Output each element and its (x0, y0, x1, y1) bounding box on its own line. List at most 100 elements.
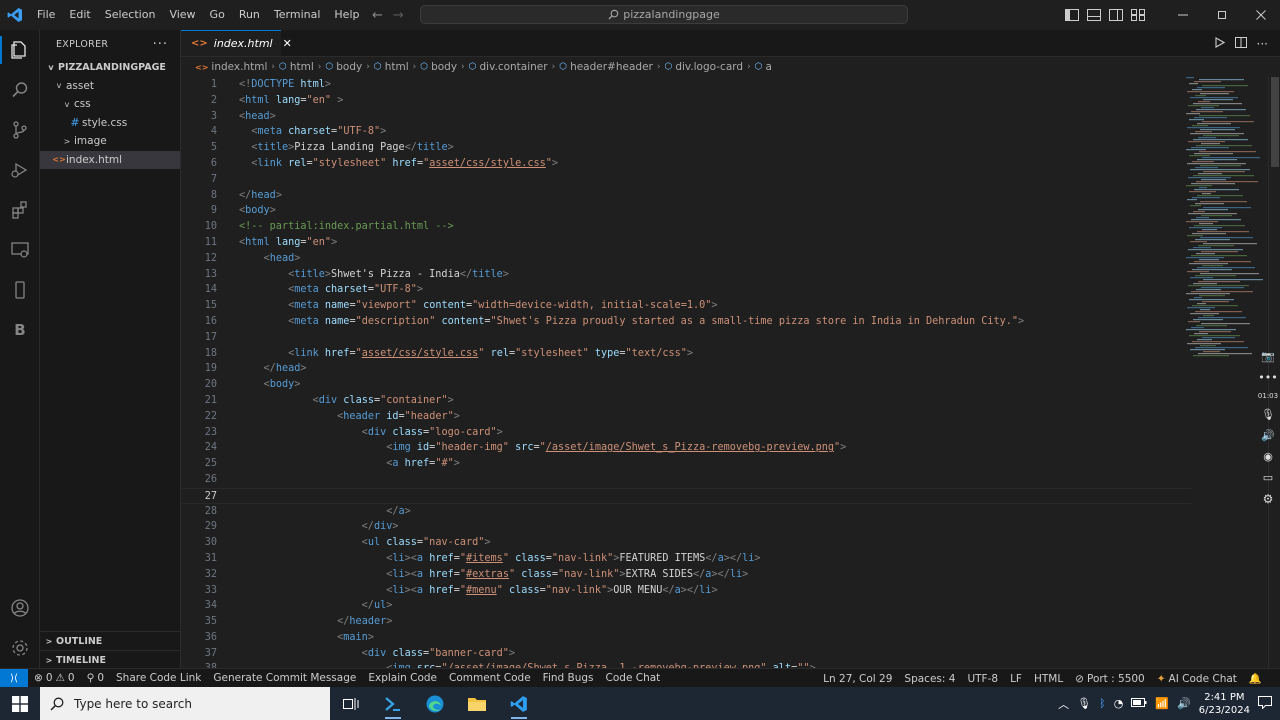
code-line[interactable]: 13 <title>Shwet's Pizza - India</title> (181, 267, 1191, 283)
code-line[interactable]: 14 <meta charset="UTF-8"> (181, 282, 1191, 298)
system-clock[interactable]: 2:41 PM 6/23/2024 (1199, 691, 1250, 717)
language-mode[interactable]: HTML (1028, 673, 1069, 685)
windows-start-icon[interactable] (0, 687, 40, 720)
code-line[interactable]: 36 <main> (181, 630, 1191, 646)
more-actions-icon[interactable]: ··· (1257, 37, 1268, 51)
tree-item-index-html[interactable]: <> index.html (40, 150, 180, 169)
wifi-icon[interactable]: ◔ (1114, 697, 1124, 710)
breadcrumb-item[interactable]: ⬡ html (374, 61, 409, 73)
breadcrumb-item[interactable]: ⬡ body (420, 61, 457, 73)
code-line[interactable]: 6 <link rel="stylesheet" href="asset/css… (181, 156, 1191, 172)
remote-explorer-icon[interactable] (0, 230, 40, 270)
code-line[interactable]: 31 <li><a href="#items" class="nav-link"… (181, 551, 1191, 567)
code-line[interactable]: 29 </div> (181, 519, 1191, 535)
show-hidden-icons-chevron-icon[interactable]: ︿ (1058, 696, 1069, 712)
notifications-bell-icon[interactable]: 🔔 (1243, 672, 1268, 685)
menu-help[interactable]: Help (327, 0, 366, 30)
split-editor-icon[interactable] (1234, 36, 1247, 51)
volume-icon[interactable]: 🔊 (1177, 697, 1191, 710)
close-tab-icon[interactable]: ✕ (283, 37, 292, 50)
scrollbar-thumb[interactable] (1271, 77, 1279, 167)
recorder-settings-icon[interactable]: ⚙ (1263, 492, 1274, 506)
code-line[interactable]: 18 <link href="asset/css/style.css" rel=… (181, 346, 1191, 362)
status-find-bugs[interactable]: Find Bugs (537, 672, 600, 684)
code-line[interactable]: 9 <body> (181, 203, 1191, 219)
code-line[interactable]: 2 <html lang="en" > (181, 93, 1191, 109)
cursor-position[interactable]: Ln 27, Col 29 (817, 673, 898, 685)
code-line[interactable]: 3 <head> (181, 109, 1191, 125)
breadcrumb-item[interactable]: ⬡ div.container (469, 61, 548, 73)
indentation[interactable]: Spaces: 4 (898, 673, 961, 685)
code-line[interactable]: 37 <div class="banner-card"> (181, 646, 1191, 662)
close-window-icon[interactable] (1241, 0, 1280, 30)
webcam-icon[interactable]: ◉ (1263, 450, 1273, 463)
edge-browser-icon[interactable] (414, 687, 456, 720)
command-center-search[interactable]: pizzalandingpage (420, 5, 908, 24)
tree-item-style-css[interactable]: # style.css (40, 114, 180, 133)
problems-indicator[interactable]: ⊗ 0 ⚠ 0 (28, 672, 81, 684)
tab-index-html[interactable]: <> index.html ✕ (181, 30, 292, 56)
code-line[interactable]: 26 (181, 472, 1191, 488)
encoding[interactable]: UTF-8 (961, 673, 1004, 685)
account-icon[interactable] (0, 588, 40, 628)
tree-item-css[interactable]: v css (40, 95, 180, 114)
extensions-icon[interactable] (0, 190, 40, 230)
run-icon[interactable] (1214, 36, 1225, 51)
code-line[interactable]: 19 </head> (181, 361, 1191, 377)
breadcrumb-item[interactable]: ⬡ a (755, 61, 772, 73)
timeline-section[interactable]: > TIMELINE (40, 650, 181, 669)
breadcrumb-item[interactable]: ⬡ header#header (559, 61, 653, 73)
breadcrumb-item[interactable]: ⬡ html (279, 61, 314, 73)
tree-item-asset[interactable]: v asset (40, 77, 180, 96)
back-arrow-icon[interactable]: ← (372, 8, 383, 23)
customize-layout-icon[interactable] (1127, 0, 1149, 30)
b-extension-icon[interactable]: B (0, 310, 40, 350)
code-line[interactable]: 22 <header id="header"> (181, 409, 1191, 425)
file-explorer-icon[interactable] (456, 687, 498, 720)
code-line[interactable]: 4 <meta charset="UTF-8"> (181, 124, 1191, 140)
minimap[interactable] (1186, 77, 1266, 377)
minimize-icon[interactable] (1163, 0, 1202, 30)
terminal-app-icon[interactable] (372, 687, 414, 720)
breadcrumb-item[interactable]: ⬡ div.logo-card (664, 61, 743, 73)
code-line[interactable]: 34 </ul> (181, 598, 1191, 614)
code-line[interactable]: 24 <img id="header-img" src="/asset/imag… (181, 440, 1191, 456)
notification-center-icon[interactable] (1258, 695, 1272, 712)
menu-terminal[interactable]: Terminal (267, 0, 328, 30)
menu-run[interactable]: Run (232, 0, 267, 30)
microphone-tray-icon[interactable]: 🎙 (1077, 697, 1091, 710)
remote-indicator-icon[interactable]: ⟩⟨ (0, 668, 28, 688)
screen-icon[interactable]: ▭ (1263, 471, 1273, 484)
task-view-icon[interactable] (330, 687, 372, 720)
code-line[interactable]: 17 (181, 330, 1191, 346)
explorer-icon[interactable] (0, 30, 40, 70)
code-line[interactable]: 35 </header> (181, 614, 1191, 630)
tree-item-image[interactable]: > image (40, 132, 180, 151)
more-actions-icon[interactable]: ··· (153, 37, 168, 52)
search-icon[interactable] (0, 70, 40, 110)
menu-file[interactable]: File (30, 0, 62, 30)
breadcrumb-item[interactable]: <> index.html (195, 61, 267, 73)
menu-view[interactable]: View (162, 0, 202, 30)
toggle-secondary-sidebar-icon[interactable] (1105, 0, 1127, 30)
run-debug-icon[interactable] (0, 150, 40, 190)
end-of-line[interactable]: LF (1004, 673, 1028, 685)
code-line[interactable]: 21 <div class="container"> (181, 393, 1191, 409)
forward-arrow-icon[interactable]: → (393, 8, 404, 23)
maximize-icon[interactable] (1202, 0, 1241, 30)
settings-gear-icon[interactable] (0, 628, 40, 668)
toggle-primary-sidebar-icon[interactable] (1061, 0, 1083, 30)
code-editor[interactable]: 1 <!DOCTYPE html > 2 <html lang="en" >3 <head… (181, 77, 1191, 668)
device-icon[interactable] (0, 270, 40, 310)
code-line[interactable]: 33 <li><a href="#menu" class="nav-link">… (181, 583, 1191, 599)
status-share-code-link[interactable]: Share Code Link (110, 672, 207, 684)
microphone-icon[interactable]: 🎙 (1261, 408, 1275, 421)
status-comment-code[interactable]: Comment Code (443, 672, 537, 684)
outline-section[interactable]: > OUTLINE (40, 631, 181, 650)
code-line[interactable]: 28 </a> (181, 504, 1191, 520)
code-line[interactable]: 12 <head> (181, 251, 1191, 267)
code-line[interactable]: 15 <meta name="viewport" content="width=… (181, 298, 1191, 314)
camera-icon[interactable]: 📷 (1261, 350, 1275, 363)
taskbar-search-box[interactable]: Type here to search (40, 687, 330, 720)
code-line[interactable]: 5 <title>Pizza Landing Page</title> (181, 140, 1191, 156)
